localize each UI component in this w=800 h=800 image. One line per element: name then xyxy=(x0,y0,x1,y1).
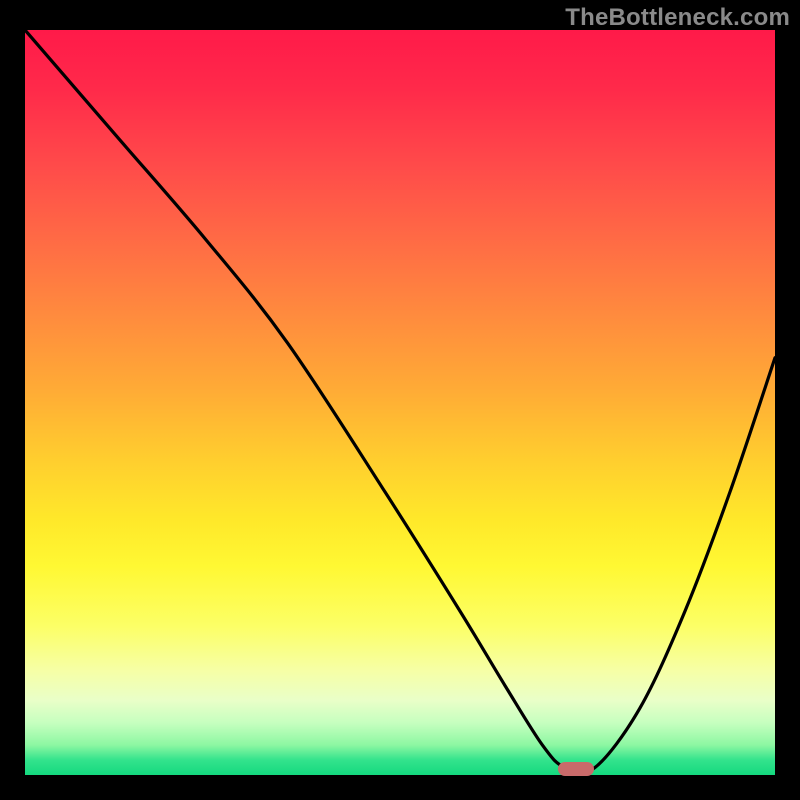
watermark-text: TheBottleneck.com xyxy=(565,4,790,32)
bottleneck-curve xyxy=(25,30,775,775)
optimum-marker xyxy=(558,762,594,776)
chart-frame: TheBottleneck.com xyxy=(0,0,800,800)
plot-area xyxy=(25,30,775,775)
